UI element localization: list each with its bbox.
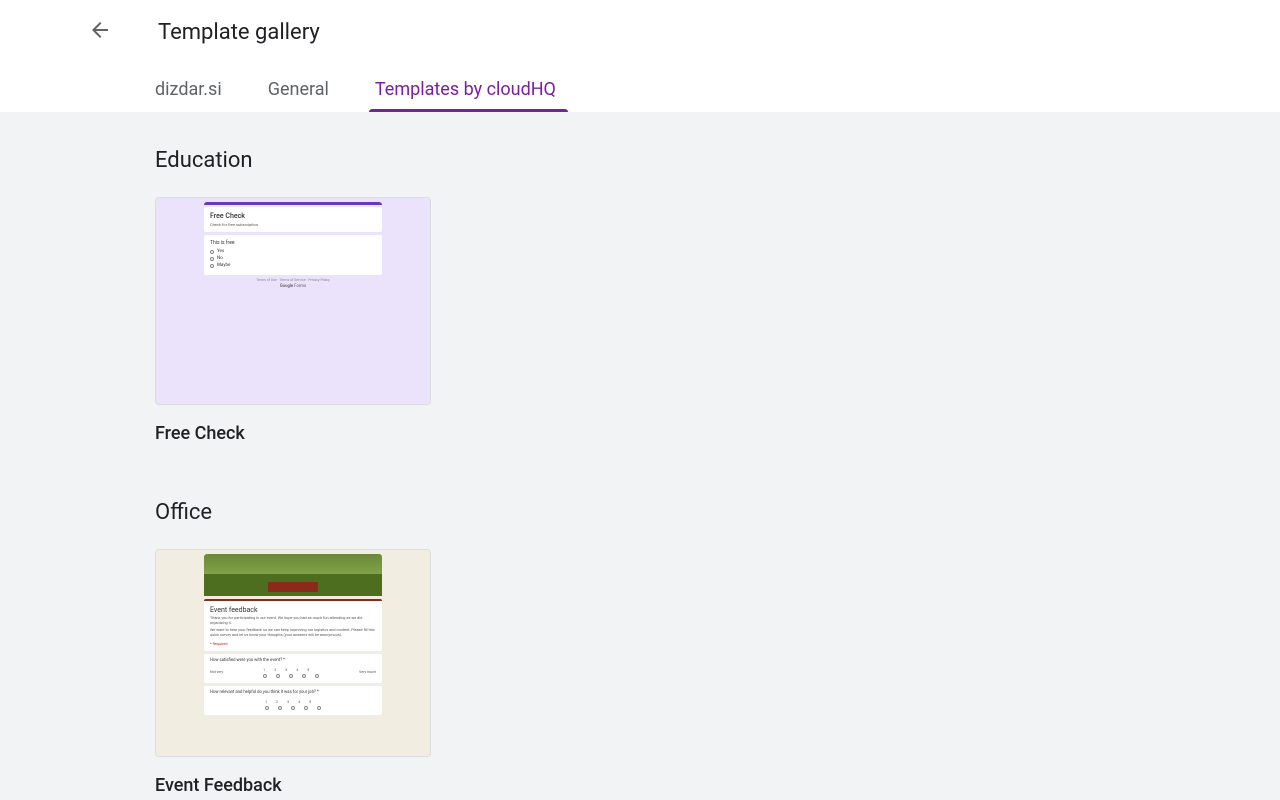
- thumb-subtitle: Check for free subscription: [210, 222, 376, 227]
- template-label-event-feedback: Event Feedback: [155, 775, 1280, 796]
- thumb-google: Google Forms: [204, 284, 382, 289]
- section-education: Education Free Check Check for free subs…: [155, 148, 1280, 444]
- back-button[interactable]: [80, 10, 120, 50]
- section-title-education: Education: [155, 148, 1280, 173]
- thumbnail-event-feedback: Event feedback Thank you for participati…: [156, 550, 430, 756]
- thumb-ev-title: Event feedback: [210, 606, 376, 614]
- thumb-ev-desc2: We want to hear your feedback so we can …: [210, 628, 376, 638]
- thumb-footer: Terms of Use · Terms of Service · Privac…: [204, 278, 382, 282]
- thumb-ev-desc1: Thank you for participating in our event…: [210, 616, 376, 626]
- tab-dizdar[interactable]: dizdar.si: [155, 79, 238, 112]
- thumb-ev-q1: How satisfied were you with the event? *: [210, 658, 376, 663]
- tab-general[interactable]: General: [268, 79, 345, 112]
- arrow-left-icon: [88, 18, 112, 42]
- page-title: Template gallery: [158, 20, 320, 45]
- tab-bar: dizdar.si General Templates by cloudHQ: [0, 64, 1280, 112]
- thumbnail-free-check: Free Check Check for free subscription T…: [156, 198, 430, 404]
- template-label-free-check: Free Check: [155, 423, 1280, 444]
- template-card-event-feedback[interactable]: Event feedback Thank you for participati…: [155, 549, 431, 757]
- thumb-ev-req: * Required: [210, 641, 376, 646]
- section-title-office: Office: [155, 500, 1280, 525]
- template-card-free-check[interactable]: Free Check Check for free subscription T…: [155, 197, 431, 405]
- section-office: Office Event feedback Thank you for part…: [155, 500, 1280, 796]
- thumb-ev-q2: How relevant and helpful do you think it…: [210, 690, 376, 695]
- content-area: Education Free Check Check for free subs…: [0, 112, 1280, 800]
- thumb-title: Free Check: [210, 212, 376, 220]
- tab-cloudhq[interactable]: Templates by cloudHQ: [375, 79, 572, 112]
- thumb-question: This is free: [210, 240, 376, 246]
